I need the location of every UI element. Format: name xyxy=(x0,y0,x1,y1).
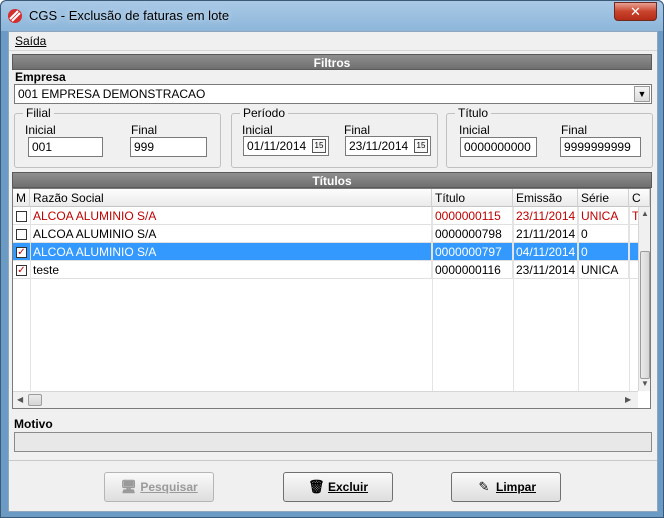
cell-razao-social: ALCOA ALUMINIO S/A xyxy=(30,225,432,243)
periodo-inicial-label: Inicial xyxy=(242,123,273,137)
filtros-header: Filtros xyxy=(12,54,652,70)
column-divider xyxy=(578,207,579,391)
row-checkbox-checked[interactable]: ✓ xyxy=(16,247,27,258)
column-header-m[interactable]: M xyxy=(13,189,30,207)
column-divider xyxy=(432,207,433,391)
titulo-inicial-label: Inicial xyxy=(459,123,490,137)
close-button[interactable]: ✕ xyxy=(614,2,657,21)
column-header-c[interactable]: C xyxy=(629,189,650,207)
cell-emissao: 04/11/2014 xyxy=(513,243,578,261)
cell-serie: UNICA xyxy=(578,207,629,225)
menu-bar: Saída xyxy=(9,32,657,51)
app-logo-icon xyxy=(8,9,22,23)
cell-serie: 0 xyxy=(578,225,629,243)
periodo-final-input[interactable]: 23/11/2014 15 xyxy=(345,136,431,156)
pesquisar-label: Pesquisar xyxy=(140,480,198,494)
periodo-final-value: 23/11/2014 xyxy=(349,139,409,153)
table-row[interactable]: ✓ teste 0000000116 23/11/2014 UNICA xyxy=(13,261,639,279)
titulos-header: Títulos xyxy=(12,172,652,188)
cell-emissao: 23/11/2014 xyxy=(513,207,578,225)
column-divider xyxy=(513,207,514,391)
empresa-value: 001 EMPRESA DEMONSTRACAO xyxy=(18,87,206,101)
horizontal-scroll-thumb[interactable] xyxy=(28,394,42,406)
filial-group-title: Filial xyxy=(23,106,54,120)
periodo-group-title: Período xyxy=(240,106,289,120)
cell-serie: UNICA xyxy=(578,261,629,279)
titulos-grid[interactable]: M Razão Social Título Emissão Série C AL… xyxy=(12,188,651,409)
monitor-icon: 🖥 xyxy=(120,479,137,494)
cell-titulo: 0000000798 xyxy=(432,225,513,243)
titulo-final-input[interactable]: 9999999999 xyxy=(560,137,641,157)
cell-razao-social: teste xyxy=(30,261,432,279)
scroll-down-icon[interactable]: ▼ xyxy=(641,379,649,388)
periodo-inicial-value: 01/11/2014 xyxy=(247,139,307,153)
cell-emissao: 23/11/2014 xyxy=(513,261,578,279)
periodo-group: Período Inicial Final 01/11/2014 15 23/1… xyxy=(231,106,438,168)
limpar-button[interactable]: ✎ Limpar xyxy=(451,472,561,502)
cell-emissao: 21/11/2014 xyxy=(513,225,578,243)
filial-inicial-label: Inicial xyxy=(25,123,56,137)
empresa-select[interactable]: 001 EMPRESA DEMONSTRACAO ▼ xyxy=(14,84,652,104)
scroll-up-icon[interactable]: ▲ xyxy=(641,209,649,218)
periodo-final-label: Final xyxy=(344,123,371,137)
filial-group: Filial Inicial Final 001 999 xyxy=(14,106,221,168)
vertical-scroll-thumb[interactable] xyxy=(640,251,650,379)
cell-titulo: 0000000116 xyxy=(432,261,513,279)
title-bar[interactable]: CGS - Exclusão de faturas em lote ✕ xyxy=(1,1,663,31)
titulo-group: Título Inicial Final 0000000000 99999999… xyxy=(446,106,653,168)
application-window: CGS - Exclusão de faturas em lote ✕ Saíd… xyxy=(0,0,664,518)
filial-inicial-input[interactable]: 001 xyxy=(28,137,103,157)
calendar-icon[interactable]: 15 xyxy=(312,139,326,153)
vertical-scrollbar[interactable]: ▲ ▼ xyxy=(638,207,650,391)
table-row[interactable]: ALCOA ALUMINIO S/A 0000000798 21/11/2014… xyxy=(13,225,639,243)
row-checkbox[interactable] xyxy=(16,211,27,222)
excluir-button[interactable]: 🗑 Excluir xyxy=(283,472,393,502)
scroll-left-icon[interactable]: ◀ xyxy=(17,395,23,404)
table-row[interactable]: ALCOA ALUMINIO S/A 0000000115 23/11/2014… xyxy=(13,207,639,225)
titulo-final-label: Final xyxy=(561,123,588,137)
row-checkbox[interactable] xyxy=(16,229,27,240)
filial-final-label: Final xyxy=(131,123,158,137)
column-header-razao-social[interactable]: Razão Social xyxy=(30,189,432,207)
cell-razao-social: ALCOA ALUMINIO S/A xyxy=(30,207,432,225)
trash-icon: 🗑 xyxy=(307,479,325,494)
table-row[interactable]: ✓ ALCOA ALUMINIO S/A 0000000797 04/11/20… xyxy=(13,243,639,261)
limpar-label: Limpar xyxy=(495,480,536,494)
cell-titulo: 0000000115 xyxy=(432,207,513,225)
cell-titulo: 0000000797 xyxy=(432,243,513,261)
cell-razao-social: ALCOA ALUMINIO S/A xyxy=(30,243,432,261)
motivo-input[interactable] xyxy=(14,432,652,452)
eraser-icon: ✎ xyxy=(478,479,490,494)
titulo-group-title: Título xyxy=(455,106,492,120)
column-divider xyxy=(30,207,31,391)
column-header-emissao[interactable]: Emissão xyxy=(513,189,578,207)
menu-saida[interactable]: Saída xyxy=(15,34,46,48)
client-area: Saída Filtros Empresa 001 EMPRESA DEMONS… xyxy=(8,31,658,512)
excluir-label: Excluir xyxy=(327,480,369,494)
window-title: CGS - Exclusão de faturas em lote xyxy=(29,8,230,23)
cell-serie: 0 xyxy=(578,243,629,261)
grid-header: M Razão Social Título Emissão Série C xyxy=(13,189,650,207)
divider xyxy=(9,460,657,461)
filial-final-input[interactable]: 999 xyxy=(130,137,207,157)
row-checkbox-checked[interactable]: ✓ xyxy=(16,265,27,276)
empresa-label: Empresa xyxy=(15,70,66,84)
column-header-titulo[interactable]: Título xyxy=(432,189,513,207)
chevron-down-icon[interactable]: ▼ xyxy=(634,86,650,102)
titulo-inicial-input[interactable]: 0000000000 xyxy=(460,137,537,157)
horizontal-scrollbar[interactable]: ◀ ▶ xyxy=(13,391,638,408)
column-divider xyxy=(629,207,630,391)
pesquisar-button[interactable]: 🖥 Pesquisar xyxy=(104,472,214,502)
periodo-inicial-input[interactable]: 01/11/2014 15 xyxy=(243,136,329,156)
column-header-serie[interactable]: Série xyxy=(578,189,629,207)
scroll-right-icon[interactable]: ▶ xyxy=(625,395,631,404)
motivo-label: Motivo xyxy=(14,417,53,431)
calendar-icon[interactable]: 15 xyxy=(414,139,428,153)
